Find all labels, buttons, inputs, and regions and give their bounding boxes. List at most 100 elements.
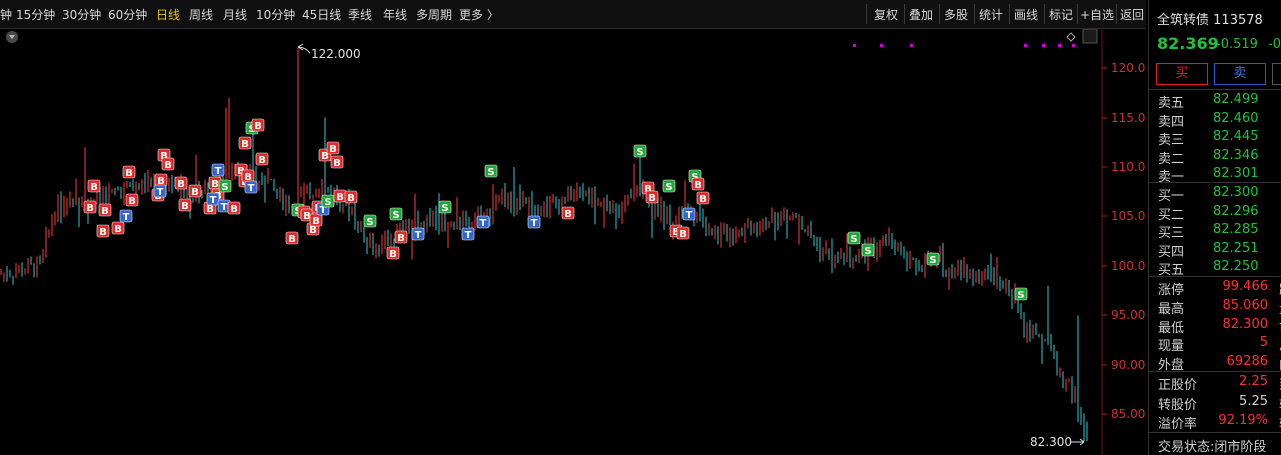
stat-label: 最低 [1158, 320, 1185, 336]
bid-level-row: 买二 82.296 [1149, 203, 1281, 223]
svg-text:T: T [531, 218, 538, 229]
svg-text:S: S [864, 246, 871, 257]
svg-text:B: B [114, 224, 122, 235]
ask-level-row: 卖三 82.445 [1149, 128, 1281, 149]
period-toolbar: 钟 15分钟 30分钟 60分钟 日线 周线 月线 10分钟 45日线 季线 年… [0, 0, 1146, 29]
trade-signal-markers: BBBBBBBTBBBTBBBBBBBTTSTBBBBBTSBBBSBBBBBT… [83, 118, 1028, 301]
svg-text:B: B [177, 179, 185, 190]
ask-level-value: 82.460 [1213, 110, 1259, 126]
sell-signal-icon: S [1014, 287, 1028, 301]
event-marker[interactable] [880, 44, 883, 47]
period-tab-30min[interactable]: 30分钟 [62, 6, 101, 23]
bid-level-label: 买四 [1158, 244, 1185, 260]
svg-text:B: B [288, 234, 296, 245]
ask-level-value: 82.301 [1213, 166, 1259, 182]
event-markers [853, 44, 1075, 47]
ask-level-label: 卖三 [1158, 133, 1185, 149]
period-tab-daily[interactable]: 日线 [156, 6, 180, 23]
buy-signal-icon: B [238, 136, 252, 150]
period-tab-1min[interactable]: 钟 [0, 6, 12, 23]
period-tab-quarterly[interactable]: 季线 [348, 6, 372, 23]
svg-text:T: T [465, 230, 472, 241]
buy-signal-icon: B [333, 189, 347, 203]
buy-signal-icon: B [98, 203, 112, 217]
trading-status-row: 交易状态:闭市阶段 [1149, 435, 1281, 455]
event-marker[interactable] [853, 44, 856, 47]
svg-text:B: B [389, 249, 397, 260]
overlay-button[interactable]: 叠加 [909, 6, 933, 23]
sell-button[interactable]: 卖 [1214, 63, 1266, 85]
t-signal-icon: T [476, 215, 490, 229]
bond-stat-label: 转股价 [1158, 397, 1198, 413]
candlestick-chart[interactable]: BBBBBBBTBBBTBBBBBBBTTSTBBBBBTSBBBSBBBBBT… [0, 29, 1146, 455]
sell-signal-icon: S [861, 243, 875, 257]
stat-row: 现量5总 [1149, 334, 1281, 354]
period-tab-monthly[interactable]: 月线 [223, 6, 247, 23]
buy-signal-icon: B [344, 190, 358, 204]
y-tick-label: 85.00 [1111, 407, 1145, 421]
period-tab-60min[interactable]: 60分钟 [108, 6, 147, 23]
period-tab-multi[interactable]: 多周期 [416, 6, 452, 23]
svg-text:B: B [333, 158, 341, 169]
t-signal-icon: T [461, 227, 475, 241]
add-favorite-button[interactable]: +自选 [1080, 6, 1114, 23]
axis-scroll-button[interactable] [1082, 29, 1098, 44]
bid-level-row: 买四 82.251 [1149, 240, 1281, 260]
buy-signal-icon: B [285, 231, 299, 245]
bid-level-value: 82.285 [1213, 222, 1259, 238]
collapse-toggle-icon[interactable] [6, 31, 18, 43]
multi-stock-button[interactable]: 多股 [944, 6, 968, 23]
fuquan-button[interactable]: 复权 [874, 6, 898, 23]
buy-signal-icon: B [386, 246, 400, 260]
period-tab-weekly[interactable]: 周线 [189, 6, 213, 23]
toolbar-divider [1077, 4, 1078, 24]
sell-signal-icon: S [363, 214, 377, 228]
svg-text:B: B [648, 193, 656, 204]
svg-text:S: S [366, 217, 373, 228]
t-signal-icon: T [153, 184, 167, 198]
t-signal-icon: T [206, 192, 220, 206]
t-signal-icon: T [244, 180, 258, 194]
svg-text:B: B [699, 194, 707, 205]
mark-button[interactable]: 标记 [1049, 6, 1073, 23]
period-tab-yearly[interactable]: 年线 [383, 6, 407, 23]
stat-value: 99.466 [1222, 279, 1269, 294]
draw-line-button[interactable]: 画线 [1014, 6, 1038, 23]
buy-signal-icon: B [676, 226, 690, 240]
bond-stat-row: 正股价2.25到 [1149, 373, 1281, 393]
divider [1149, 182, 1281, 183]
svg-text:T: T [157, 187, 164, 198]
bid-level-value: 82.251 [1213, 240, 1259, 256]
min-price-label: 82.300 [1030, 435, 1072, 449]
ask-level-label: 卖四 [1158, 114, 1185, 130]
bond-stat-value: 2.25 [1239, 374, 1268, 389]
y-tick-label: 120.0 [1111, 61, 1145, 75]
event-marker[interactable] [910, 44, 913, 47]
statistics-button[interactable]: 统计 [979, 6, 1003, 23]
stat-label: 最高 [1158, 301, 1185, 317]
more-trade-button[interactable] [1272, 63, 1281, 85]
back-button[interactable]: 返回 [1120, 6, 1144, 23]
period-tab-10min[interactable]: 10分钟 [256, 6, 295, 23]
event-marker[interactable] [1072, 44, 1075, 47]
buy-button[interactable]: 买 [1156, 63, 1208, 85]
bid-level-row: 买三 82.285 [1149, 221, 1281, 241]
buy-signal-icon: B [696, 191, 710, 205]
event-marker[interactable] [1058, 44, 1061, 47]
bid-level-row: 买五 82.250 [1149, 258, 1281, 278]
event-marker[interactable] [1042, 44, 1045, 47]
period-tab-15min[interactable]: 15分钟 [16, 6, 55, 23]
t-signal-icon: T [527, 215, 541, 229]
svg-text:S: S [324, 197, 331, 208]
period-tab-more[interactable]: 更多 〉 [459, 6, 499, 23]
buy-signal-icon: B [83, 200, 97, 214]
svg-text:B: B [181, 201, 189, 212]
diamond-icon[interactable] [1066, 32, 1076, 42]
event-marker[interactable] [1024, 44, 1027, 47]
period-tab-45day[interactable]: 45日线 [302, 6, 341, 23]
quote-panel: 全筑转债 113578 82.369 -0.519 -0 买 卖 卖五 82.49… [1148, 0, 1281, 455]
bid-level-label: 买二 [1158, 207, 1185, 223]
svg-text:B: B [125, 168, 133, 179]
security-name: 全筑转债 [1157, 13, 1210, 28]
sell-signal-icon: S [662, 179, 676, 193]
